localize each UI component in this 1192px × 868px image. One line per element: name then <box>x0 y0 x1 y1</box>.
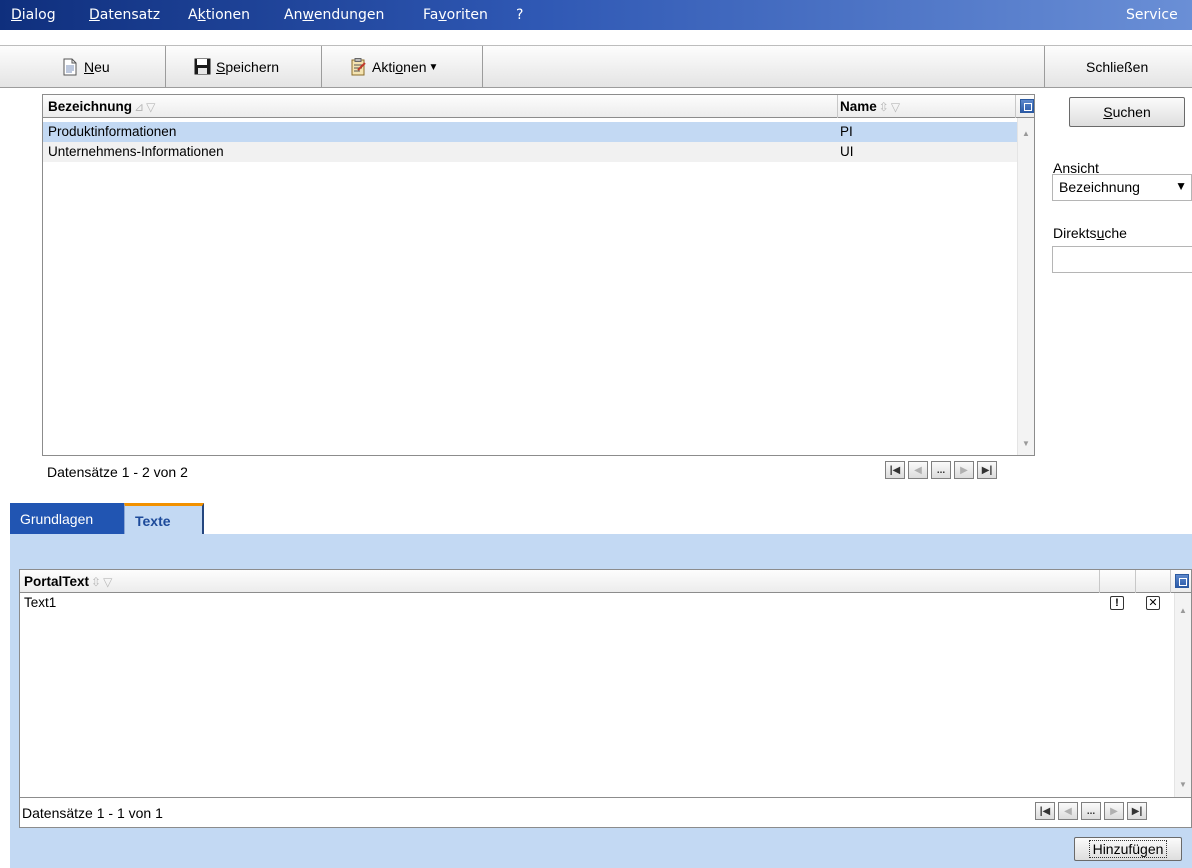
view-select[interactable]: Bezeichnung ▼ <box>1052 174 1192 201</box>
cell-name: UI <box>840 144 854 159</box>
new-button[interactable]: Neu <box>62 54 110 80</box>
column-portaltext[interactable]: PortalText ⇳ ▽ <box>24 574 112 589</box>
toolbar-separator <box>321 46 322 88</box>
actions-dropdown-button[interactable]: Aktionen ▼ <box>350 54 438 80</box>
cell-bezeichnung: Unternehmens-Informationen <box>48 144 224 159</box>
filter-icon[interactable]: ▽ <box>891 100 900 114</box>
tab-texte[interactable]: Texte <box>124 503 204 535</box>
add-button[interactable]: Hinzufügen <box>1074 837 1182 861</box>
scroll-down-icon[interactable]: ▼ <box>1178 781 1188 789</box>
pager: |◀ ◀ ... ▶ ▶| <box>885 461 997 479</box>
first-page-icon[interactable]: |◀ <box>885 461 905 479</box>
header-separator <box>837 95 838 118</box>
main-grid-body: Produktinformationen PI Unternehmens-Inf… <box>42 118 1035 456</box>
dropdown-arrow-icon: ▼ <box>1175 179 1187 193</box>
main-grid-header: Bezeichnung ⊿ ▽ Name ⇳ ▽ <box>42 94 1035 118</box>
direct-search-label: Direktsuche <box>1053 225 1127 241</box>
direct-search-input[interactable] <box>1052 246 1192 273</box>
exclamation-icon[interactable]: ! <box>1110 596 1124 610</box>
vertical-scrollbar[interactable]: ▲ ▼ <box>1017 118 1034 455</box>
header-separator <box>1170 570 1171 593</box>
menu-service[interactable]: Service <box>1126 7 1178 23</box>
scroll-up-icon[interactable]: ▲ <box>1021 130 1031 138</box>
record-count: Datensätze 1 - 1 von 1 <box>22 805 163 821</box>
search-button[interactable]: Suchen <box>1069 97 1185 127</box>
column-bezeichnung[interactable]: Bezeichnung ⊿ ▽ <box>48 99 155 114</box>
header-separator <box>1135 570 1136 593</box>
header-separator <box>1099 570 1100 593</box>
sort-icon[interactable]: ⊿ <box>134 100 144 114</box>
text-grid-body: Text1 ! ✕ ▲ ▼ <box>19 593 1192 798</box>
text-grid-header: PortalText ⇳ ▽ <box>19 569 1192 593</box>
table-row[interactable]: Text1 <box>20 593 1174 613</box>
cell-portaltext: Text1 <box>24 595 57 610</box>
first-page-icon[interactable]: |◀ <box>1035 802 1055 820</box>
next-page-icon[interactable]: ▶ <box>954 461 974 479</box>
new-document-icon <box>62 58 78 76</box>
toolbar-separator <box>1044 46 1045 88</box>
page-ellipsis-button[interactable]: ... <box>1081 802 1101 820</box>
prev-page-icon[interactable]: ◀ <box>1058 802 1078 820</box>
menu-aktionen[interactable]: Aktionen <box>188 7 250 23</box>
floppy-disk-icon <box>194 58 211 76</box>
vertical-scrollbar[interactable]: ▲ ▼ <box>1174 593 1191 797</box>
tab-grundlagen[interactable]: Grundlagen <box>10 503 124 535</box>
page-ellipsis-button[interactable]: ... <box>931 461 951 479</box>
delete-icon[interactable]: ✕ <box>1146 596 1160 610</box>
menu-favoriten[interactable]: Favoriten <box>423 7 488 23</box>
scroll-up-icon[interactable]: ▲ <box>1178 607 1188 615</box>
close-button[interactable]: Schließen <box>1086 54 1148 80</box>
menu-dialog[interactable]: Dialog <box>11 7 56 23</box>
header-separator <box>1015 95 1016 118</box>
toolbar-separator <box>482 46 483 88</box>
sort-icon[interactable]: ⇳ <box>91 575 101 589</box>
pager: |◀ ◀ ... ▶ ▶| <box>1035 802 1147 820</box>
menu-help[interactable]: ? <box>516 7 523 23</box>
menu-datensatz[interactable]: Datensatz <box>89 7 160 23</box>
last-page-icon[interactable]: ▶| <box>977 461 997 479</box>
save-button[interactable]: Speichern <box>194 54 279 80</box>
cell-name: PI <box>840 124 853 139</box>
scroll-down-icon[interactable]: ▼ <box>1021 440 1031 448</box>
cell-bezeichnung: Produktinformationen <box>48 124 177 139</box>
toolbar-separator <box>165 46 166 88</box>
table-row[interactable]: Produktinformationen PI <box>43 122 1017 142</box>
next-page-icon[interactable]: ▶ <box>1104 802 1124 820</box>
last-page-icon[interactable]: ▶| <box>1127 802 1147 820</box>
table-row[interactable]: Unternehmens-Informationen UI <box>43 142 1017 162</box>
sort-icon[interactable]: ⇳ <box>879 100 889 114</box>
filter-icon[interactable]: ▽ <box>146 100 155 114</box>
prev-page-icon[interactable]: ◀ <box>908 461 928 479</box>
clipboard-icon <box>350 58 366 76</box>
column-chooser-icon[interactable] <box>1175 574 1189 588</box>
menu-bar: Dialog Datensatz Aktionen Anwendungen Fa… <box>0 0 1192 30</box>
menu-anwendungen[interactable]: Anwendungen <box>284 7 384 23</box>
column-name[interactable]: Name ⇳ ▽ <box>840 99 900 114</box>
filter-icon[interactable]: ▽ <box>103 575 112 589</box>
column-chooser-icon[interactable] <box>1020 99 1034 113</box>
record-count: Datensätze 1 - 2 von 2 <box>47 464 188 480</box>
toolbar: Neu Speichern Aktionen ▼ Schließen <box>0 45 1192 88</box>
text-grid-footer <box>19 798 1192 828</box>
caret-down-icon: ▼ <box>428 61 439 73</box>
